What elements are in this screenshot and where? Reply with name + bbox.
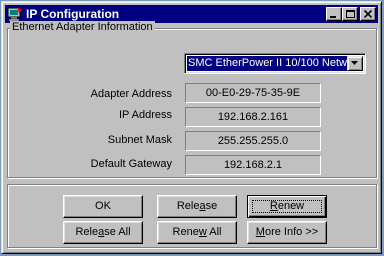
subnet-mask-value: 255.255.255.0 — [185, 131, 321, 151]
ip-address-label: IP Address — [119, 109, 172, 121]
close-button[interactable] — [360, 7, 376, 21]
ok-button[interactable]: OK — [63, 195, 143, 218]
adapter-select-dropdown-button[interactable] — [347, 56, 363, 71]
close-icon — [364, 10, 373, 18]
network-computer-icon[interactable] — [7, 6, 23, 22]
minimize-button[interactable] — [326, 7, 342, 21]
default-gateway-value: 192.168.2.1 — [185, 155, 321, 175]
window-title: IP Configuration — [26, 7, 120, 21]
adapter-info-group-label: Ethernet Adapter Information — [10, 21, 155, 34]
release-button[interactable]: Release — [157, 195, 237, 218]
dropdown-arrow-icon — [351, 61, 358, 65]
ip-configuration-window: IP Configuration Ethernet Adapter Inform… — [1, 1, 382, 254]
renew-button[interactable]: Renew — [247, 195, 327, 218]
adapter-select-value: SMC EtherPower II 10/100 Netw — [187, 56, 348, 71]
renew-all-button[interactable]: Renew All — [157, 221, 237, 244]
release-all-button[interactable]: Release All — [63, 221, 143, 244]
adapter-address-value: 00-E0-29-75-35-9E — [185, 83, 321, 103]
maximize-icon — [346, 10, 355, 18]
more-info-button[interactable]: More Info >> — [247, 221, 327, 244]
subnet-mask-label: Subnet Mask — [107, 134, 172, 146]
maximize-button[interactable] — [342, 7, 358, 21]
adapter-address-label: Adapter Address — [90, 88, 172, 100]
ip-address-value: 192.168.2.161 — [185, 107, 321, 127]
minimize-icon — [330, 16, 336, 18]
adapter-select[interactable]: SMC EtherPower II 10/100 Netw — [184, 53, 366, 74]
default-gateway-label: Default Gateway — [90, 158, 172, 170]
